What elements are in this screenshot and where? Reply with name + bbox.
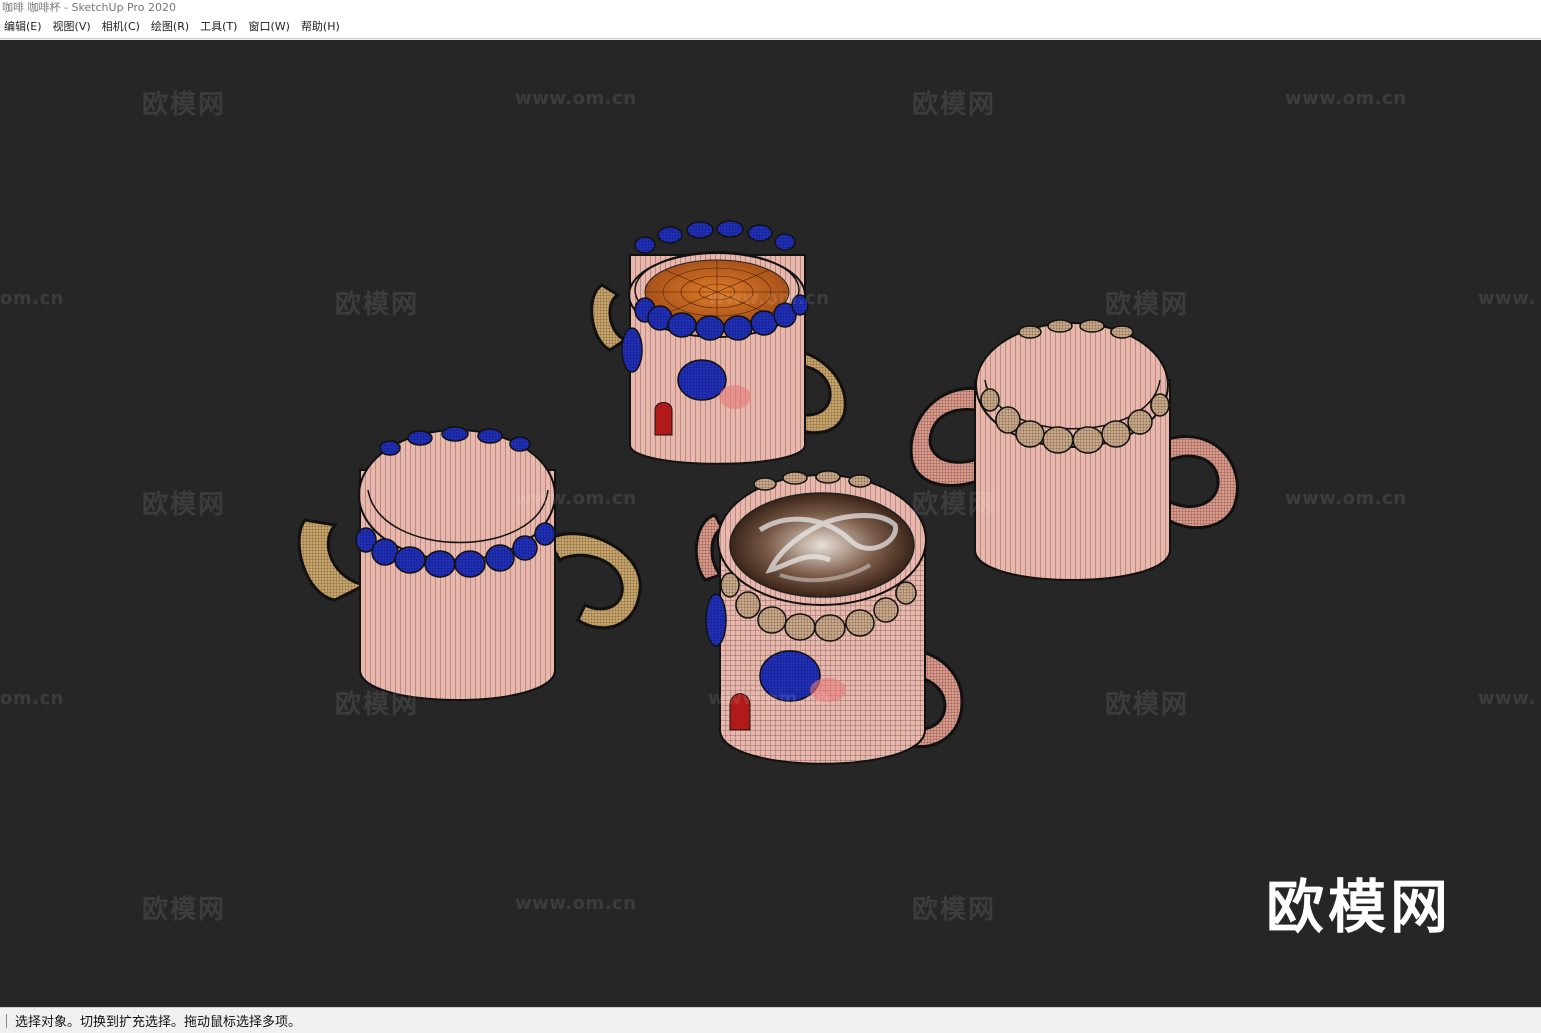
watermark-logo: 欧模网 [912,895,997,925]
watermark-url: www.om.cn [515,488,637,509]
watermark-logo: 欧模网 [142,490,227,520]
watermark-logo: 欧模网 [142,895,227,925]
status-separator [6,1013,7,1028]
status-text: 选择对象。切换到扩充选择。拖动鼠标选择多项。 [15,1015,302,1030]
menu-bar: 编辑(E) 视图(V) 相机(C) 绘图(R) 工具(T) 窗口(W) 帮助(H… [0,16,1541,39]
watermark-url: www.om.cn [515,893,637,914]
watermark-logo: 欧模网 [1105,290,1190,320]
window-title: 咖啡 咖啡杯 - SketchUp Pro 2020 [0,0,1541,16]
menu-help[interactable]: 帮助(H) [296,16,346,38]
menu-camera[interactable]: 相机(C) [97,16,146,38]
status-bar: 选择对象。切换到扩充选择。拖动鼠标选择多项。 [0,1007,1541,1033]
watermark-url: www.om.cn [708,288,830,309]
watermark-logo: 欧模网 [335,690,420,720]
watermark-url: www. [1478,288,1536,309]
watermark-logo: 欧模网 [912,490,997,520]
menu-edit[interactable]: 编辑(E) [0,16,48,38]
watermark-url: www.om.cn [708,688,830,709]
mug-right[interactable] [909,319,1239,581]
watermark-url: www.om.cn [1285,488,1407,509]
model-scene [297,220,1239,765]
mug-top[interactable] [590,220,847,465]
watermark-logo: 欧模网 [1105,690,1190,720]
3d-viewport[interactable]: 欧模网 www.om.cn 欧模网 www.om.cn om.cn 欧模网 ww… [0,40,1541,1007]
watermark-logo: 欧模网 [912,90,997,120]
watermark-url: www.om.cn [515,88,637,109]
watermark-url: om.cn [0,688,64,709]
brand-logo: 欧模网 [1266,873,1453,941]
watermark-url: www. [1478,688,1536,709]
watermark-url: om.cn [0,288,64,309]
mug-left[interactable] [297,426,642,701]
watermark-url: www.om.cn [1285,88,1407,109]
menu-view[interactable]: 视图(V) [48,16,97,38]
menu-tools[interactable]: 工具(T) [195,16,243,38]
menu-window[interactable]: 窗口(W) [243,16,295,38]
watermark-logo: 欧模网 [142,90,227,120]
watermark-logo: 欧模网 [335,290,420,320]
menu-draw[interactable]: 绘图(R) [146,16,195,38]
